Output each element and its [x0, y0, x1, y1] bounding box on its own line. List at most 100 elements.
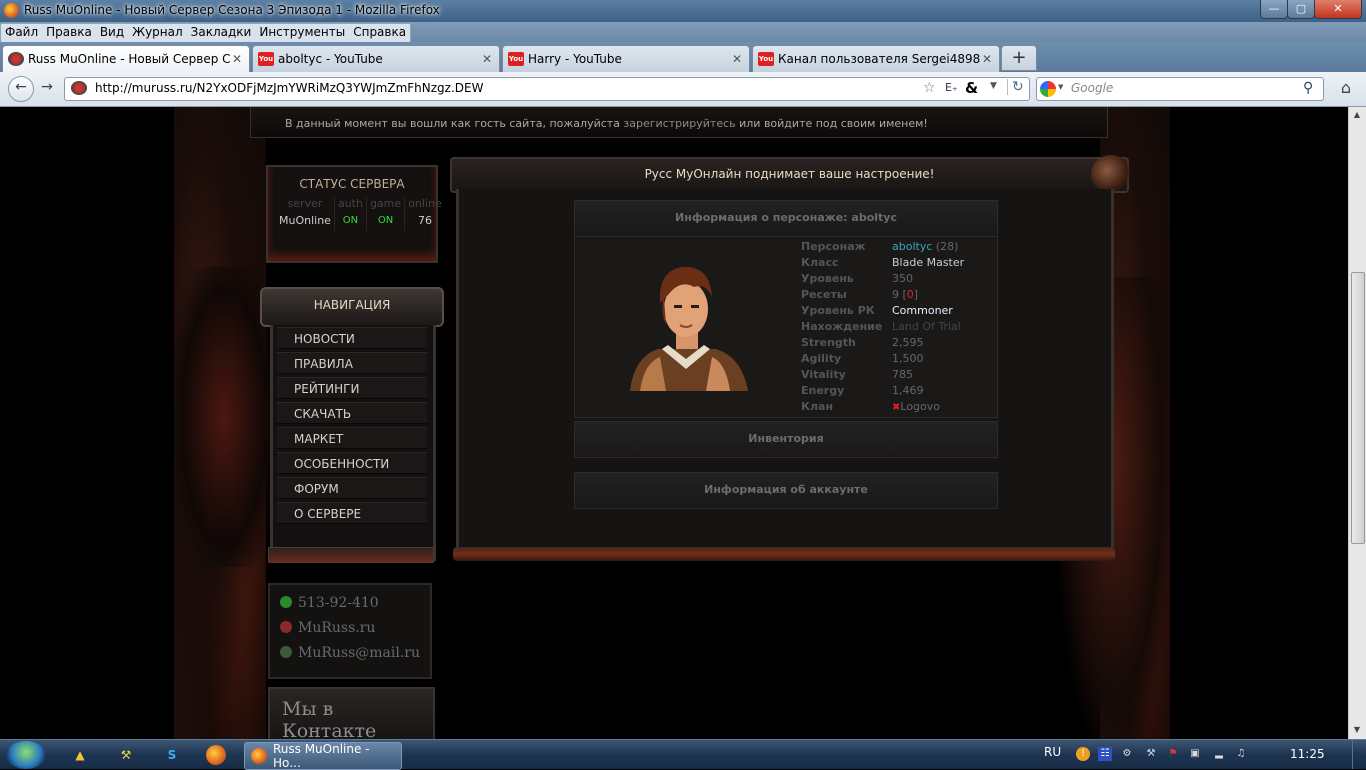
scroll-thumb[interactable] [1351, 272, 1365, 544]
attr-key: Клан [801, 400, 834, 413]
language-indicator[interactable]: RU [1044, 745, 1061, 759]
nav-item-news[interactable]: НОВОСТИ [277, 327, 427, 349]
site-identity-icon[interactable] [71, 81, 87, 95]
start-button[interactable] [6, 741, 46, 769]
skype-icon[interactable]: S [160, 744, 184, 766]
menu-edit[interactable]: Правка [42, 24, 96, 42]
account-info-title[interactable]: Информация об аккаунте [575, 473, 997, 507]
clock[interactable]: 11:25 [1290, 747, 1325, 761]
attr-row: Персонаж aboltyc (28) [801, 240, 997, 256]
lava-decoration [174, 267, 274, 567]
close-tab-icon[interactable]: ✕ [480, 52, 494, 66]
contact-text: MuRuss@mail.ru [298, 645, 421, 661]
youtube-favicon-icon: You [508, 52, 524, 66]
firefox-icon [4, 3, 19, 18]
search-box[interactable]: ▼ Google ⚲ [1036, 77, 1324, 101]
ampersand-addon-icon[interactable]: & [965, 79, 978, 97]
guild-name-link[interactable]: Logovo [900, 400, 940, 413]
menu-file[interactable]: Файл [1, 24, 42, 42]
tab-aboltyc-youtube[interactable]: You aboltyc - YouTube ✕ [252, 45, 500, 72]
new-tab-button[interactable]: + [1001, 45, 1037, 71]
attr-key: Нахождение [801, 320, 883, 333]
nav-item-market[interactable]: МАРКЕТ [277, 427, 427, 449]
menu-bookmarks[interactable]: Закладки [187, 24, 256, 42]
norton-icon[interactable]: ▲ [68, 744, 92, 766]
steam-icon[interactable]: ⚙ [1120, 747, 1134, 761]
minimize-button[interactable]: — [1260, 0, 1288, 19]
home-icon[interactable]: ⌂ [1334, 78, 1358, 100]
tab-label: Harry - YouTube [528, 52, 622, 66]
show-desktop-button[interactable] [1352, 740, 1366, 769]
maximize-button[interactable]: ▢ [1287, 0, 1315, 19]
character-info-card: Информация о персонаже: aboltyc Персонаж… [574, 200, 998, 418]
translate-icon[interactable]: E₊ [945, 81, 958, 94]
menu-help[interactable]: Справка [349, 24, 410, 42]
forward-button[interactable]: → [36, 77, 58, 99]
close-tab-icon[interactable]: ✕ [730, 52, 744, 66]
account-info-card[interactable]: Информация об аккаунте [574, 472, 998, 509]
back-button[interactable]: ← [8, 76, 34, 102]
inventory-title[interactable]: Инвентория [575, 422, 997, 456]
nav-item-download[interactable]: СКАЧАТЬ [277, 402, 427, 424]
server-status-table: server auth game online MuOnline ON ON 7… [276, 197, 445, 231]
menu-view[interactable]: Вид [96, 24, 128, 42]
nav-item-rules[interactable]: ПРАВИЛА [277, 352, 427, 374]
warning-icon[interactable]: ! [1076, 747, 1090, 761]
scroll-up-icon[interactable]: ▲ [1352, 110, 1362, 119]
network-app-icon[interactable]: ☷ [1098, 747, 1112, 761]
address-bar[interactable]: http://muruss.ru/N2YxODFjMzJmYWRiMzQ3YWJ… [64, 77, 1030, 101]
attr-value: ✖Logovo [892, 400, 1032, 413]
page-scrollbar[interactable]: ▲ ▼ [1348, 107, 1366, 739]
scroll-down-icon[interactable]: ▼ [1352, 725, 1362, 734]
attr-key: Уровень [801, 272, 854, 285]
engine-dropdown-icon[interactable]: ▼ [1058, 83, 1063, 91]
tab-bar: Russ MuOnline - Новый Сервер Сез... ✕ Yo… [0, 42, 1366, 72]
attr-value: Land Of Trial [892, 320, 961, 333]
title-bar: Russ MuOnline - Новый Сервер Сезона 3 Эп… [0, 0, 1366, 22]
bookmark-star-icon[interactable]: ☆ [923, 80, 936, 96]
close-tab-icon[interactable]: ✕ [230, 52, 244, 66]
main-bottom-border [453, 547, 1115, 561]
close-tab-icon[interactable]: ✕ [980, 52, 994, 66]
app-icon[interactable]: ⚒ [114, 744, 138, 766]
nav-item-about[interactable]: О СЕРВЕРЕ [277, 502, 427, 524]
contact-icq[interactable]: 513-92-410 [280, 595, 379, 611]
tab-harry-youtube[interactable]: You Harry - YouTube ✕ [502, 45, 750, 72]
tool-icon[interactable]: ⚒ [1144, 747, 1158, 761]
reload-icon[interactable]: ↻ [1007, 79, 1024, 95]
flag-icon[interactable]: ⚑ [1166, 747, 1180, 761]
menu-bar: Файл Правка Вид Журнал Закладки Инструме… [0, 22, 1366, 43]
contact-site[interactable]: MuRuss.ru [280, 620, 375, 636]
character-name-link[interactable]: aboltyc [892, 240, 932, 253]
search-placeholder: Google [1071, 81, 1114, 95]
main-banner: Русс МуОнлайн поднимает ваше настроение! [450, 155, 1131, 193]
navigation-menu: НОВОСТИ ПРАВИЛА РЕЙТИНГИ СКАЧАТЬ МАРКЕТ … [270, 325, 436, 561]
attr-key: Уровень РК [801, 304, 875, 317]
usb-icon[interactable]: ▣ [1188, 747, 1202, 761]
tab-sergei-channel[interactable]: You Канал пользователя Sergei4898 - Yo..… [752, 45, 1000, 72]
close-button[interactable]: ✕ [1314, 0, 1362, 19]
tab-label: Канал пользователя Sergei4898 - Yo... [778, 52, 980, 66]
tab-russ-muonline[interactable]: Russ MuOnline - Новый Сервер Сез... ✕ [2, 45, 250, 72]
menu-tools[interactable]: Инструменты [255, 24, 349, 42]
nav-item-features[interactable]: ОСОБЕННОСТИ [277, 452, 427, 474]
character-card-title[interactable]: Информация о персонаже: aboltyc [575, 201, 997, 235]
attr-row: Уровень 350 [801, 272, 997, 288]
nav-item-forum[interactable]: ФОРУМ [277, 477, 427, 499]
inventory-card[interactable]: Инвентория [574, 421, 998, 458]
vk-widget[interactable]: Мы в Контакте [268, 687, 435, 739]
nav-item-ratings[interactable]: РЕЙТИНГИ [277, 377, 427, 399]
url-text[interactable]: http://muruss.ru/N2YxODFjMzJmYWRiMzQ3YWJ… [95, 81, 483, 95]
banner-text: Русс МуОнлайн поднимает ваше настроение! [644, 167, 935, 181]
menu-history[interactable]: Журнал [128, 24, 187, 42]
signal-icon[interactable]: ▂ [1212, 747, 1226, 761]
icq-icon [280, 596, 292, 608]
firefox-taskbar-icon[interactable] [206, 745, 226, 765]
contact-mail[interactable]: MuRuss@mail.ru [280, 645, 420, 661]
register-link[interactable]: зарегистрируйтесь [623, 117, 735, 130]
search-magnifier-icon[interactable]: ⚲ [1303, 80, 1313, 96]
volume-icon[interactable]: ♫ [1234, 747, 1248, 761]
taskbar-firefox-window[interactable]: Russ MuOnline - Но... [244, 742, 402, 770]
dropdown-arrow-icon[interactable]: ▼ [990, 81, 997, 91]
google-icon[interactable] [1040, 81, 1056, 97]
